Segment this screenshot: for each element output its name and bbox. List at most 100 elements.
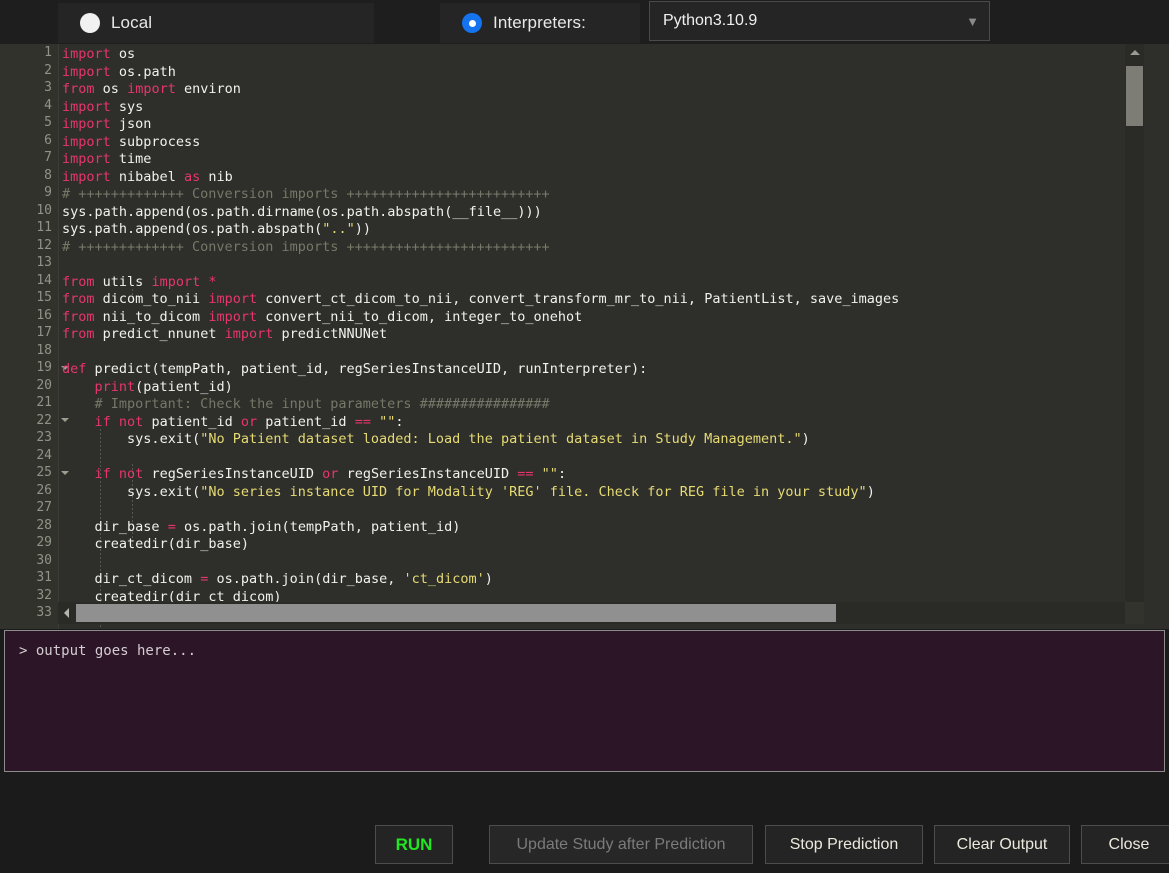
- radio-interpreters-label: Interpreters:: [493, 13, 586, 32]
- radio-local-label: Local: [111, 13, 153, 32]
- editor-vertical-scrollbar[interactable]: [1125, 44, 1144, 614]
- line-number-row: 28: [0, 517, 58, 535]
- line-number-row: 30: [0, 552, 58, 570]
- code-line: import time: [62, 151, 152, 167]
- code-line: createdir(dir_base): [94, 536, 249, 552]
- line-number: 4: [44, 97, 52, 113]
- code-line: if not regSeriesInstanceUID or regSeries…: [94, 466, 567, 482]
- line-number: 9: [44, 185, 52, 201]
- code-line: import sys: [62, 98, 144, 115]
- line-number-row: 24: [0, 447, 58, 465]
- line-number-row: 22: [0, 412, 69, 430]
- editor-horizontal-scrollbar[interactable]: [58, 602, 1136, 624]
- line-number-row: 16: [0, 307, 58, 325]
- scroll-left-arrow-icon[interactable]: [58, 602, 74, 624]
- stop-prediction-button[interactable]: Stop Prediction: [765, 825, 923, 864]
- line-number-row: 26: [0, 482, 58, 500]
- radio-unselected-icon: [80, 13, 100, 33]
- line-number-row: 8: [0, 167, 58, 185]
- line-number-row: 10: [0, 202, 58, 220]
- scroll-up-arrow-icon[interactable]: [1125, 44, 1144, 61]
- line-number-row: 13: [0, 254, 58, 272]
- code-line: from predict_nnunet import predictNNUNet: [62, 326, 388, 342]
- line-number: 16: [36, 307, 52, 323]
- line-number: 31: [36, 570, 52, 586]
- interpreter-toolbar: Local Interpreters: Python3.10.9 ▼: [0, 0, 1169, 44]
- code-line: import subprocess: [62, 133, 201, 150]
- line-number: 22: [36, 412, 52, 428]
- code-line: from nii_to_dicom import convert_nii_to_…: [62, 308, 583, 325]
- code-line: import os.path: [62, 63, 176, 80]
- editor-content[interactable]: import os import os.path from os import en…: [62, 44, 1142, 624]
- chevron-down-icon: ▼: [966, 13, 979, 29]
- line-number: 11: [36, 220, 52, 236]
- code-line: import os: [62, 46, 136, 62]
- line-number-row: 19: [0, 359, 69, 377]
- line-number-row: 33: [0, 604, 58, 622]
- line-number-row: 20: [0, 377, 58, 395]
- line-number: 27: [36, 500, 52, 516]
- line-number: 19: [36, 360, 52, 376]
- python-script-runner-dialog: Author Organisation Category Remark Loca…: [0, 0, 1169, 873]
- line-number: 17: [36, 325, 52, 341]
- code-line: import json: [62, 116, 152, 132]
- line-number: 5: [44, 115, 52, 131]
- line-number-row: 29: [0, 534, 58, 552]
- interpreter-select-value: Python3.10.9: [663, 12, 758, 29]
- line-number: 32: [36, 587, 52, 603]
- radio-local[interactable]: Local: [58, 13, 152, 33]
- code-line: if not patient_id or patient_id == "":: [94, 413, 404, 430]
- line-number: 20: [36, 377, 52, 393]
- line-number: 21: [36, 395, 52, 411]
- line-number: 12: [36, 237, 52, 253]
- line-number: 7: [44, 150, 52, 166]
- line-number: 6: [44, 132, 52, 148]
- line-number-row: 17: [0, 324, 58, 342]
- close-button[interactable]: Close: [1081, 825, 1169, 864]
- line-number-row: 27: [0, 499, 58, 517]
- interpreters-option-cell: Interpreters:: [440, 3, 640, 43]
- line-number-row: 31: [0, 569, 58, 587]
- line-number: 1: [44, 45, 52, 61]
- line-number: 33: [36, 605, 52, 621]
- code-line: print(patient_id): [94, 378, 233, 395]
- line-number-row: 32: [0, 587, 58, 605]
- line-number-row: 4: [0, 97, 58, 115]
- line-number: 15: [36, 290, 52, 306]
- line-number: 14: [36, 272, 52, 288]
- line-number: 23: [36, 430, 52, 446]
- line-number-row: 25: [0, 464, 69, 482]
- vertical-scrollbar-thumb[interactable]: [1126, 66, 1143, 126]
- editor-gutter: 1 2 3 4 5 6 7 8 9 10 11 12 13 14 15 16 17 18 19 20 21 22 23 24 2…: [0, 44, 69, 629]
- gutter-divider: [58, 44, 59, 629]
- output-console[interactable]: > output goes here...: [4, 630, 1165, 772]
- radio-selected-icon: [462, 13, 482, 33]
- code-line: from os import environ: [62, 81, 241, 97]
- line-number: 8: [44, 167, 52, 183]
- line-number: 3: [44, 80, 52, 96]
- interpreter-select[interactable]: Python3.10.9 ▼: [649, 1, 990, 41]
- code-editor[interactable]: 1 2 3 4 5 6 7 8 9 10 11 12 13 14 15 16 17 18 19 20 21 22 23 24 2…: [0, 44, 1169, 629]
- update-study-after-prediction-button: Update Study after Prediction: [489, 825, 753, 864]
- code-line: dir_base = os.path.join(tempPath, patien…: [94, 518, 461, 535]
- clear-output-button[interactable]: Clear Output: [934, 825, 1070, 864]
- line-number: 28: [36, 517, 52, 533]
- code-line: # Important: Check the input parameters …: [62, 396, 550, 412]
- console-line: > output goes here...: [19, 643, 197, 659]
- radio-interpreters[interactable]: Interpreters:: [440, 13, 586, 33]
- code-line: dir_ct_dicom = os.path.join(dir_base, 'c…: [94, 571, 493, 587]
- local-option-cell: Local: [58, 3, 374, 43]
- code-line: sys.exit("No series instance UID for Mod…: [127, 483, 875, 500]
- line-number: 24: [36, 447, 52, 463]
- code-line: from dicom_to_nii import convert_ct_dico…: [62, 291, 900, 307]
- code-line: import nibabel as nib: [62, 168, 233, 185]
- horizontal-scrollbar-thumb[interactable]: [76, 604, 836, 622]
- line-number-row: 21: [0, 394, 58, 412]
- line-number-row: 2: [0, 62, 58, 80]
- line-number: 18: [36, 342, 52, 358]
- line-number: 30: [36, 552, 52, 568]
- line-number-row: 23: [0, 429, 58, 447]
- run-button[interactable]: RUN: [375, 825, 453, 864]
